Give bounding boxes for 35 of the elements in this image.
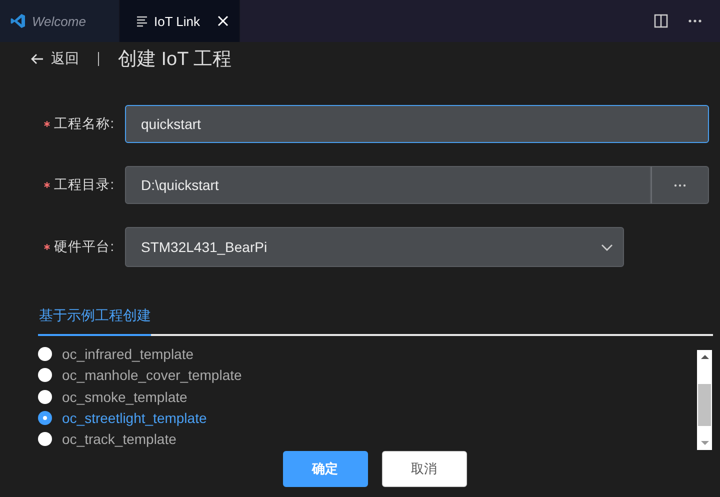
radio-button[interactable] <box>38 432 52 446</box>
radio-button[interactable] <box>38 410 52 425</box>
radio-button[interactable] <box>38 346 52 361</box>
page-title: 创建 IoT 工程 <box>118 48 232 72</box>
section-tab[interactable]: 基于示例工程创建 <box>38 299 151 336</box>
more-icon[interactable] <box>688 19 702 23</box>
option-label[interactable]: oc_streetlight_template <box>62 410 207 426</box>
radio-button[interactable] <box>38 368 52 382</box>
input-field[interactable]: D:\quickstart <box>125 166 651 204</box>
arrow-left-icon <box>30 53 44 65</box>
back-link[interactable]: 返回 <box>30 50 79 68</box>
chevron-down-icon <box>601 244 613 250</box>
document-lines-icon <box>136 15 148 27</box>
scrollbar[interactable] <box>697 350 712 450</box>
radio-button[interactable] <box>38 390 52 404</box>
field-label: 工程目录: <box>54 176 114 194</box>
tab-label: Welcome <box>32 14 86 28</box>
field-label: 工程名称: <box>54 115 114 133</box>
more-icon <box>674 184 686 186</box>
code-editor-logo-icon <box>10 13 26 29</box>
select-field[interactable]: STM32L431_BearPi <box>125 227 624 267</box>
editor-tab[interactable]: IoT Link <box>120 0 240 42</box>
split-editor-icon[interactable] <box>654 14 668 28</box>
editor-tab[interactable]: Welcome <box>0 0 120 42</box>
option-label[interactable]: oc_infrared_template <box>62 346 194 362</box>
option-label[interactable]: oc_smoke_template <box>62 388 188 405</box>
select-value: STM32L431_BearPi <box>141 239 268 255</box>
close-icon[interactable] <box>217 15 229 27</box>
cancel-button[interactable]: 取消 <box>382 451 466 487</box>
option-label[interactable]: oc_manhole_cover_template <box>62 367 242 384</box>
field-label: 硬件平台: <box>54 238 114 256</box>
back-label: 返回 <box>51 50 79 68</box>
tab-label: IoT Link <box>154 14 200 28</box>
option-label[interactable]: oc_track_template <box>62 431 176 448</box>
input-field[interactable]: quickstart <box>125 105 709 143</box>
